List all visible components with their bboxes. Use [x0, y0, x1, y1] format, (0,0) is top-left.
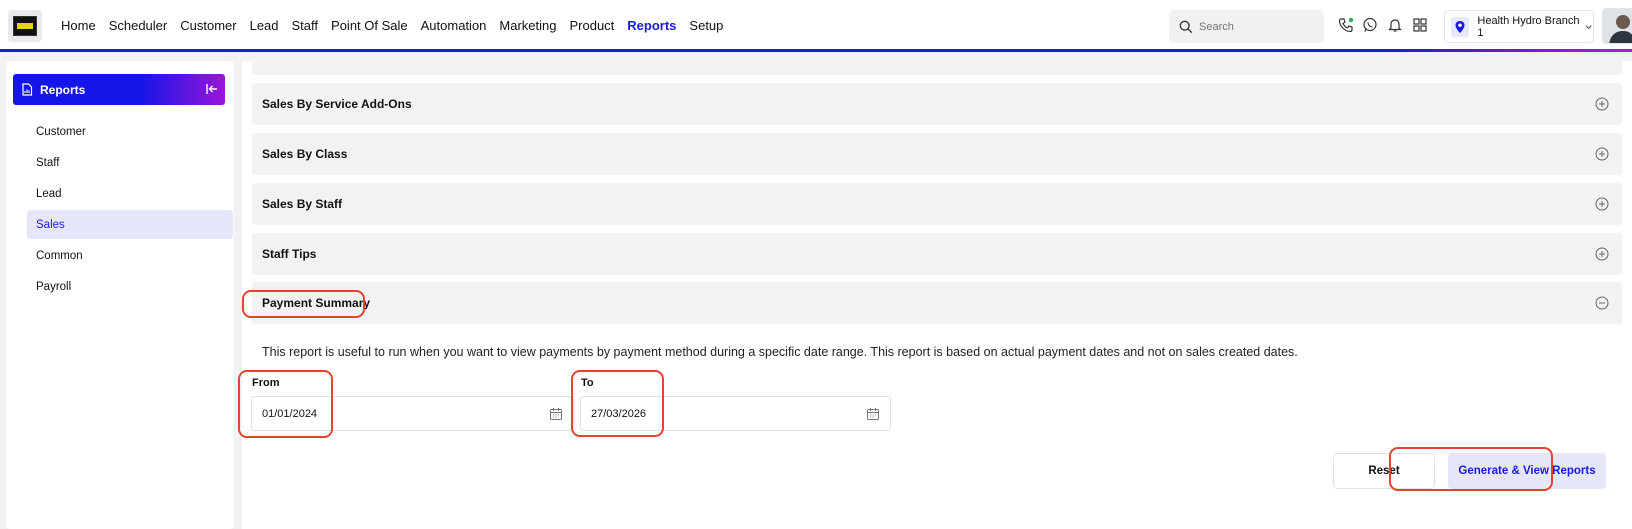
- sidebar-list: Customer Staff Lead Sales Common Payroll: [27, 117, 233, 303]
- sidebar-item-staff[interactable]: Staff: [27, 148, 233, 177]
- collapse-icon[interactable]: [205, 82, 219, 96]
- sidebar-title: Reports: [40, 82, 86, 97]
- sidebar-item-customer[interactable]: Customer: [27, 117, 233, 146]
- nav-marketing[interactable]: Marketing: [499, 18, 556, 33]
- minus-circle-icon[interactable]: [1595, 296, 1609, 310]
- sidebar-item-lead[interactable]: Lead: [27, 179, 233, 208]
- branch-selector[interactable]: Health Hydro Branch 1: [1444, 10, 1594, 43]
- highlight-from-date: [238, 370, 333, 438]
- nav-automation[interactable]: Automation: [421, 18, 487, 33]
- accordion-title: Staff Tips: [262, 247, 317, 261]
- plus-circle-icon[interactable]: [1595, 247, 1609, 261]
- accordion-title: Sales By Class: [262, 147, 348, 161]
- accordion-title: Sales By Staff: [262, 197, 343, 211]
- nav-lead[interactable]: Lead: [250, 18, 279, 33]
- nav-customer[interactable]: Customer: [180, 18, 236, 33]
- calendar-icon[interactable]: [866, 407, 880, 421]
- nav-product[interactable]: Product: [569, 18, 614, 33]
- plus-circle-icon[interactable]: [1595, 147, 1609, 161]
- reports-main: Sales By Service Add-Ons Sales By Class …: [238, 53, 1632, 529]
- accordion-sales-by-service-add-ons[interactable]: Sales By Service Add-Ons: [252, 83, 1622, 125]
- nav-setup[interactable]: Setup: [689, 18, 723, 33]
- report-icon: [22, 83, 33, 96]
- apps-grid-icon[interactable]: [1412, 17, 1428, 33]
- search-box[interactable]: [1169, 10, 1324, 43]
- nav-staff[interactable]: Staff: [292, 18, 319, 33]
- reports-sidebar: Reports Customer Staff Lead Sales Common…: [6, 61, 234, 529]
- accordion-sales-by-class[interactable]: Sales By Class: [252, 133, 1622, 175]
- bell-icon[interactable]: [1387, 17, 1403, 33]
- whatsapp-icon[interactable]: [1362, 17, 1378, 33]
- accordion-staff-tips[interactable]: Staff Tips: [252, 233, 1622, 275]
- accordion-payment-summary[interactable]: Payment Summary: [252, 282, 1622, 324]
- highlight-generate-button: [1389, 447, 1553, 491]
- top-navbar: Home Scheduler Customer Lead Staff Point…: [0, 0, 1632, 52]
- accordion-previous[interactable]: [252, 53, 1622, 75]
- chevron-down-icon: [1585, 24, 1592, 29]
- plus-circle-icon[interactable]: [1595, 97, 1609, 111]
- app-logo[interactable]: [8, 10, 42, 42]
- branch-name: Health Hydro Branch 1: [1477, 14, 1580, 39]
- accordion-sales-by-staff[interactable]: Sales By Staff: [252, 183, 1622, 225]
- phone-icon[interactable]: [1338, 17, 1354, 33]
- location-pin-icon: [1451, 16, 1470, 37]
- accordion-title: Sales By Service Add-Ons: [262, 97, 412, 111]
- search-input[interactable]: [1199, 20, 1319, 33]
- nav-point-of-sale[interactable]: Point Of Sale: [331, 18, 408, 33]
- sidebar-item-sales[interactable]: Sales: [27, 210, 233, 239]
- calendar-icon[interactable]: [549, 407, 563, 421]
- main-nav: Home Scheduler Customer Lead Staff Point…: [61, 18, 736, 33]
- sidebar-header: Reports: [13, 74, 225, 105]
- sidebar-item-payroll[interactable]: Payroll: [27, 272, 233, 301]
- report-description: This report is useful to run when you wa…: [262, 345, 1298, 359]
- plus-circle-icon[interactable]: [1595, 197, 1609, 211]
- sidebar-item-common[interactable]: Common: [27, 241, 233, 270]
- highlight-to-date: [571, 370, 664, 437]
- search-icon: [1179, 20, 1193, 33]
- avatar[interactable]: [1602, 8, 1632, 44]
- nav-reports[interactable]: Reports: [627, 18, 676, 33]
- nav-scheduler[interactable]: Scheduler: [109, 18, 168, 33]
- highlight-payment-summary: [242, 290, 365, 318]
- nav-home[interactable]: Home: [61, 18, 96, 33]
